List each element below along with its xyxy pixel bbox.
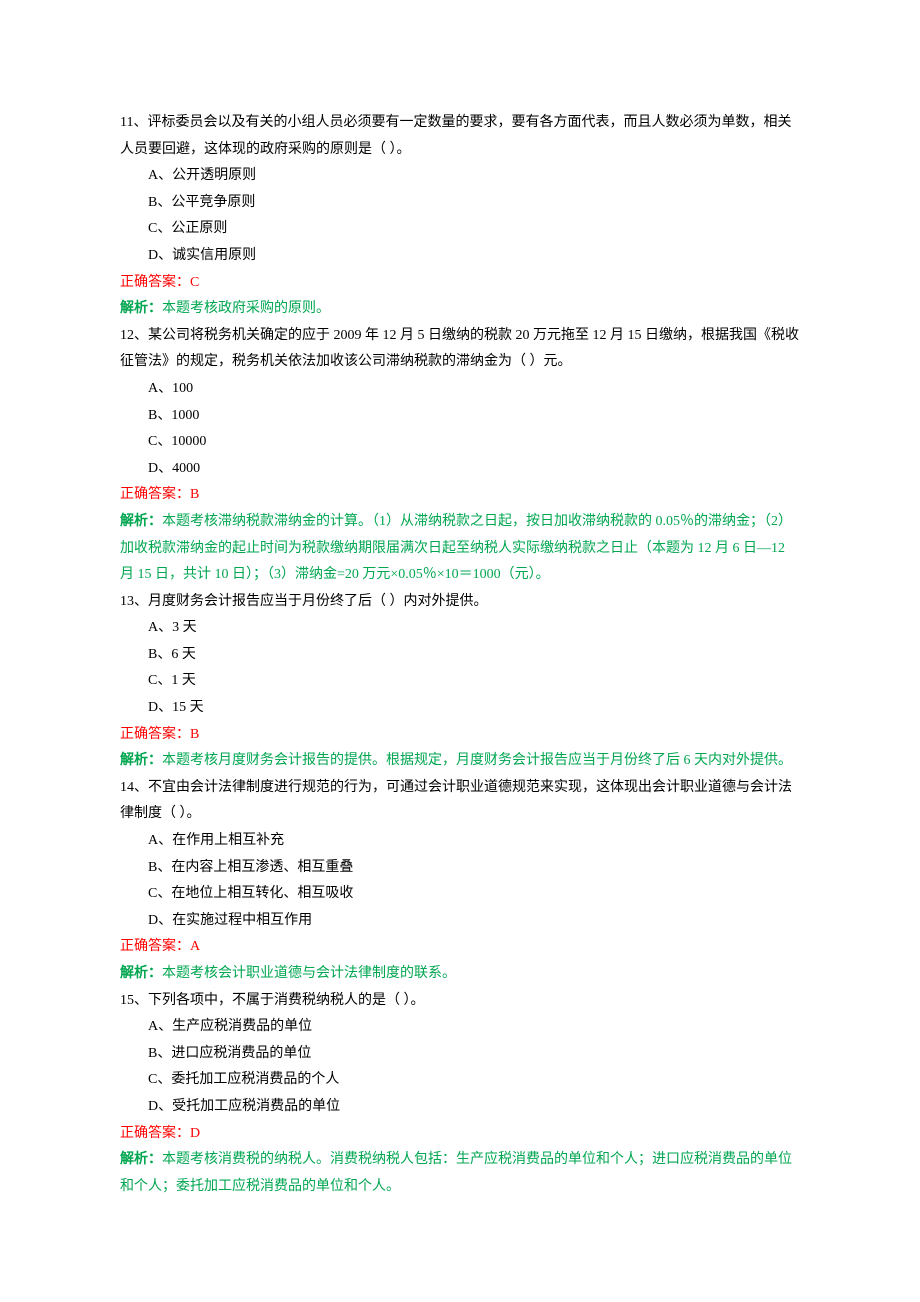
analysis: 解析：本题考核月度财务会计报告的提供。根据规定，月度财务会计报告应当于月份终了后… — [120, 748, 800, 775]
question-stem: 11、评标委员会以及有关的小组人员必须要有一定数量的要求，要有各方面代表，而且人… — [120, 110, 800, 163]
question-option: C、10000 — [120, 429, 800, 456]
question-option: C、在地位上相互转化、相互吸收 — [120, 881, 800, 908]
question-option: B、在内容上相互渗透、相互重叠 — [120, 855, 800, 882]
analysis-label: 解析： — [120, 301, 162, 316]
correct-answer: 正确答案：B — [120, 482, 800, 509]
correct-answer: 正确答案：C — [120, 270, 800, 297]
question-option: D、诚实信用原则 — [120, 243, 800, 270]
question-option: A、生产应税消费品的单位 — [120, 1014, 800, 1041]
question-stem: 12、某公司将税务机关确定的应于 2009 年 12 月 5 日缴纳的税款 20… — [120, 323, 800, 376]
question-option: B、1000 — [120, 403, 800, 430]
analysis-text: 本题考核月度财务会计报告的提供。根据规定，月度财务会计报告应当于月份终了后 6 … — [162, 753, 792, 768]
question-option: C、1 天 — [120, 668, 800, 695]
question-option: A、3 天 — [120, 615, 800, 642]
analysis-label: 解析： — [120, 966, 162, 981]
question-option: B、进口应税消费品的单位 — [120, 1041, 800, 1068]
question-option: D、15 天 — [120, 695, 800, 722]
analysis-text: 本题考核政府采购的原则。 — [162, 301, 330, 316]
analysis: 解析：本题考核滞纳税款滞纳金的计算。（1）从滞纳税款之日起，按日加收滞纳税款的 … — [120, 509, 800, 589]
question-option: B、公平竞争原则 — [120, 190, 800, 217]
analysis-text: 本题考核滞纳税款滞纳金的计算。（1）从滞纳税款之日起，按日加收滞纳税款的 0.0… — [120, 514, 792, 582]
analysis-text: 本题考核消费税的纳税人。消费税纳税人包括：生产应税消费品的单位和个人；进口应税消… — [120, 1152, 792, 1194]
question-option: C、委托加工应税消费品的个人 — [120, 1067, 800, 1094]
question-option: D、4000 — [120, 456, 800, 483]
analysis: 解析：本题考核政府采购的原则。 — [120, 296, 800, 323]
analysis-label: 解析： — [120, 753, 162, 768]
question-option: B、6 天 — [120, 642, 800, 669]
correct-answer: 正确答案：D — [120, 1121, 800, 1148]
question-option: D、受托加工应税消费品的单位 — [120, 1094, 800, 1121]
question-option: C、公正原则 — [120, 216, 800, 243]
analysis-text: 本题考核会计职业道德与会计法律制度的联系。 — [162, 966, 456, 981]
correct-answer: 正确答案：A — [120, 934, 800, 961]
correct-answer: 正确答案：B — [120, 722, 800, 749]
question-stem: 14、不宜由会计法律制度进行规范的行为，可通过会计职业道德规范来实现，这体现出会… — [120, 775, 800, 828]
question-option: A、100 — [120, 376, 800, 403]
analysis: 解析：本题考核会计职业道德与会计法律制度的联系。 — [120, 961, 800, 988]
question-stem: 15、下列各项中，不属于消费税纳税人的是（ ）。 — [120, 988, 800, 1015]
analysis: 解析：本题考核消费税的纳税人。消费税纳税人包括：生产应税消费品的单位和个人；进口… — [120, 1147, 800, 1200]
question-stem: 13、月度财务会计报告应当于月份终了后（ ）内对外提供。 — [120, 589, 800, 616]
question-option: A、在作用上相互补充 — [120, 828, 800, 855]
question-option: A、公开透明原则 — [120, 163, 800, 190]
document-page: 11、评标委员会以及有关的小组人员必须要有一定数量的要求，要有各方面代表，而且人… — [0, 0, 920, 1302]
analysis-label: 解析： — [120, 1152, 162, 1167]
question-option: D、在实施过程中相互作用 — [120, 908, 800, 935]
analysis-label: 解析： — [120, 514, 162, 529]
